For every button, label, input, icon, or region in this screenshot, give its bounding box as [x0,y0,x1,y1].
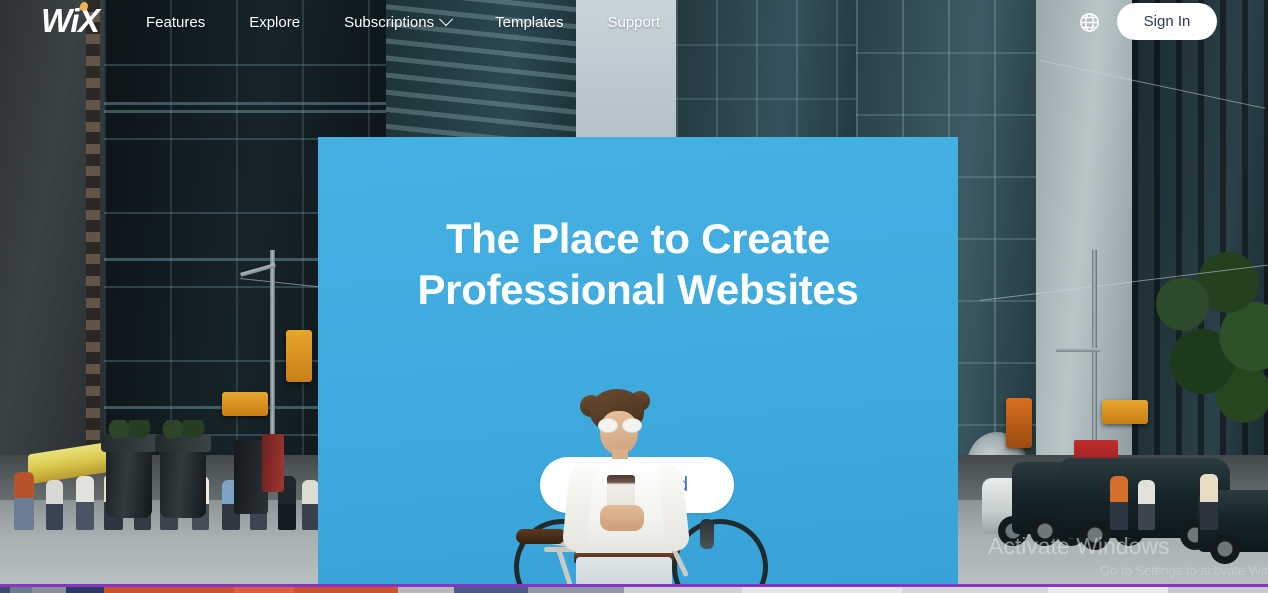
wix-logo[interactable]: WiX [41,0,100,39]
hero-model-photo [514,389,774,593]
nav-item-subscriptions[interactable]: Subscriptions [344,12,454,31]
hero-title-line-1: The Place to Create [445,215,831,263]
nav-links: Features Explore Subscriptions Templates… [146,0,704,44]
wix-logo-text: WiX [41,2,100,39]
newspaper-box [262,434,284,492]
sunglasses-icon [598,418,642,433]
hero-title-line-2: Professional Websites [417,266,859,314]
model-hands [600,505,644,531]
nav-item-explore[interactable]: Explore [249,14,300,31]
street-planter [101,420,157,518]
taskbar-segment[interactable] [1048,587,1168,593]
bicycle-seat [516,529,564,544]
taskbar-segment[interactable] [398,587,454,593]
taskbar-segment[interactable] [1168,587,1268,593]
hero-panel: The Place to Create Professional Websites… [318,137,958,593]
nav-item-label: Support [607,13,661,31]
taskbar-segment[interactable] [32,587,66,593]
taskbar-segment[interactable] [742,587,902,593]
bicycle-handlebar [700,519,714,549]
nav-item-label: Subscriptions [344,13,435,31]
nav-item-label: Explore [249,13,301,31]
main-navigation-bar: WiX Features Explore Subscriptions Templ… [0,0,1268,44]
taskbar-segment[interactable] [104,587,234,593]
nav-item-templates[interactable]: Templates [495,14,563,31]
nav-item-support[interactable]: Support [607,14,660,31]
street-planter [155,420,211,518]
browser-viewport: The Place to Create Professional Websites… [0,0,1268,593]
nav-item-features[interactable]: Features [146,14,205,31]
globe-icon[interactable] [1078,11,1101,34]
traffic-signal-right [1006,398,1032,448]
taskbar-segment[interactable] [0,587,10,593]
taskbar-segment[interactable] [234,587,294,593]
taskbar-segment[interactable] [528,587,624,593]
windows-taskbar-sliver[interactable] [0,587,1268,593]
taskbar-segment[interactable] [454,587,528,593]
taskbar-segment[interactable] [66,587,104,593]
traffic-signal-left [222,392,268,416]
nav-item-label: Features [146,13,206,31]
chevron-down-icon [439,12,454,27]
taskbar-segment[interactable] [624,587,742,593]
traffic-signal-left-2 [286,330,312,382]
taskbar-segment[interactable] [294,587,398,593]
page-title: The Place to Create Professional Websites [318,213,958,315]
sign-in-button[interactable]: Sign In [1117,3,1217,40]
street-sign-arm [1056,348,1100,352]
taskbar-segment[interactable] [902,587,1048,593]
nav-item-label: Templates [495,13,564,31]
taskbar-segment[interactable] [10,587,32,593]
pedestrian-crowd-right [1104,420,1268,530]
